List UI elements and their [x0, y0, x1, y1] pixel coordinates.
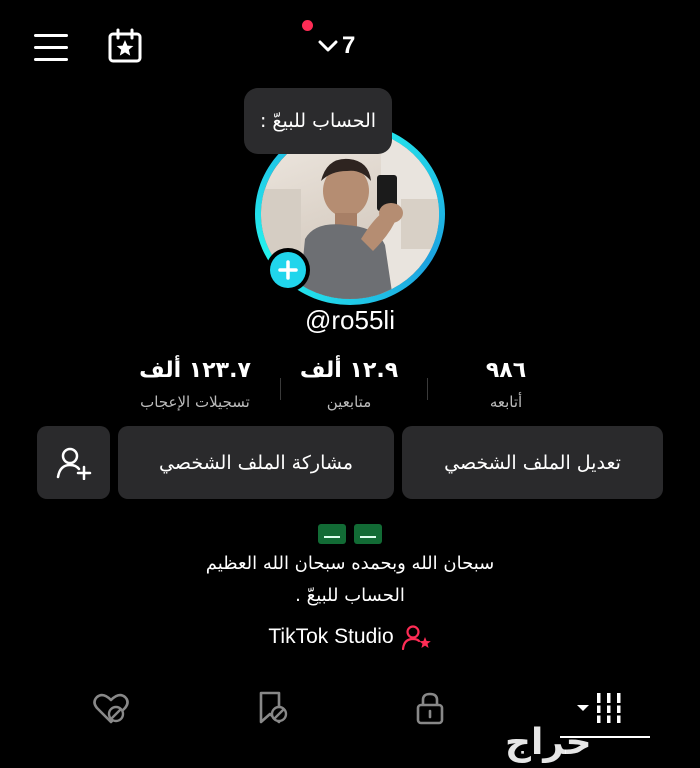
edit-profile-button[interactable]: تعديل الملف الشخصي — [402, 426, 663, 499]
bio-line: الحساب للبيعّ . — [295, 585, 405, 606]
followers-label: متابعين — [326, 393, 372, 411]
add-friend-button[interactable] — [37, 426, 110, 499]
bio-line: سبحان الله وبحمده سبحان الله العظيم — [205, 553, 495, 574]
note-text: الحساب للبيعّ : — [259, 110, 377, 132]
tiktok-studio-label: TikTok Studio — [268, 625, 394, 648]
following-count: ٩٨٦ — [485, 358, 527, 383]
notification-dot — [302, 20, 313, 31]
saudi-flag-icon — [354, 524, 382, 544]
creator-star-icon — [401, 625, 431, 650]
tab-saved[interactable] — [247, 686, 297, 730]
edit-profile-label: تعديل الملف الشخصي — [444, 451, 621, 474]
heart-hidden-icon — [93, 693, 129, 724]
followers-count: ١٢.٩ ألف — [299, 358, 399, 383]
tab-liked[interactable] — [86, 686, 136, 730]
likes-label: تسجيلات الإعجاب — [140, 393, 250, 411]
grid-bars-icon — [577, 693, 625, 723]
saudi-flag-icon — [318, 524, 346, 544]
lock-icon — [416, 692, 444, 725]
share-profile-button[interactable]: مشاركة الملف الشخصي — [118, 426, 394, 499]
username: @ro55li — [305, 305, 395, 335]
saudi-flags — [318, 524, 382, 544]
likes-stat[interactable]: ١٢٣.٧ ألف تسجيلات الإعجاب — [105, 358, 285, 411]
tab-private[interactable] — [405, 686, 455, 730]
add-user-icon — [56, 447, 91, 480]
share-profile-label: مشاركة الملف الشخصي — [159, 451, 354, 474]
chevron-down-icon — [318, 40, 338, 52]
tiktok-studio-link[interactable]: TikTok Studio — [0, 624, 700, 650]
following-label: أتابعه — [489, 393, 523, 411]
account-switcher[interactable]: 7 — [318, 31, 355, 61]
bookmark-hidden-icon — [259, 691, 288, 724]
note-bubble[interactable]: الحساب للبيعّ : — [244, 88, 392, 154]
plus-icon — [278, 260, 298, 280]
followers-stat[interactable]: ١٢.٩ ألف متابعين — [259, 358, 439, 411]
following-stat[interactable]: ٩٨٦ أتابعه — [416, 358, 596, 411]
add-story-button[interactable] — [266, 248, 310, 292]
menu-icon[interactable] — [34, 34, 68, 62]
calendar-star-icon[interactable] — [107, 28, 143, 64]
likes-count: ١٢٣.٧ ألف — [139, 358, 251, 383]
haraj-watermark: حراج — [505, 722, 592, 763]
account-count: 7 — [342, 32, 356, 59]
